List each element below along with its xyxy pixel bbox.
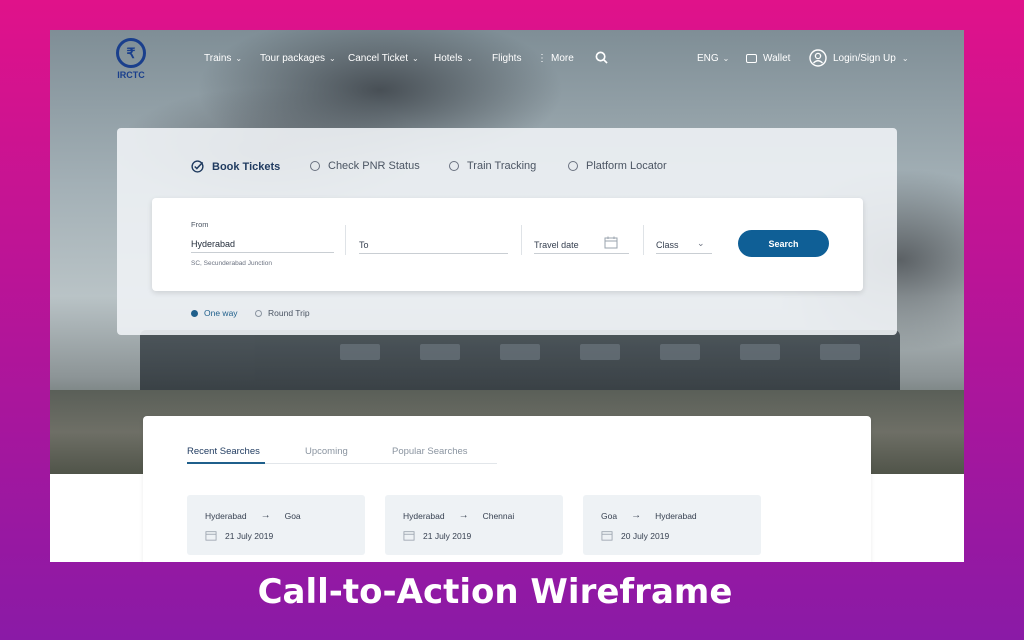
search-icon[interactable] <box>595 51 608 64</box>
nav-item-label: Tour packages <box>260 53 326 64</box>
field-divider <box>643 225 644 255</box>
chevron-down-icon: ⌄ <box>412 54 419 63</box>
search-form: From Hyderabad SC, Secunderabad Junction… <box>152 198 863 291</box>
nav-item-hotels[interactable]: Hotels ⌄ <box>434 53 473 64</box>
route-from: Hyderabad <box>403 510 445 521</box>
wallet-icon <box>746 54 757 63</box>
arrow-right-icon: → <box>260 510 271 521</box>
radio-icon <box>310 161 320 171</box>
trip-one-way[interactable]: One way <box>191 308 238 318</box>
recent-search-card[interactable]: Hyderabad → Goa 21 July 2019 <box>187 495 365 555</box>
option-label: Train Tracking <box>467 160 537 172</box>
trip-label: Round Trip <box>268 308 310 318</box>
active-tab-indicator <box>187 462 265 464</box>
trip-round-trip[interactable]: Round Trip <box>255 308 310 318</box>
option-train-tracking[interactable]: Train Tracking <box>449 160 536 172</box>
top-nav: ₹ IRCTC Trains ⌄ Tour packages ⌄ Cancel … <box>50 30 964 88</box>
wallet-label: Wallet <box>763 53 791 64</box>
option-check-pnr[interactable]: Check PNR Status <box>310 160 420 172</box>
field-divider <box>345 225 346 255</box>
recent-search-card[interactable]: Hyderabad → Chennai 21 July 2019 <box>385 495 563 555</box>
check-circle-icon <box>191 160 204 173</box>
option-platform-locator[interactable]: Platform Locator <box>568 160 667 172</box>
arrow-right-icon: → <box>458 510 469 521</box>
from-input[interactable]: Hyderabad <box>191 239 334 253</box>
nav-item-tour-packages[interactable]: Tour packages ⌄ <box>260 53 336 64</box>
to-input[interactable]: To <box>359 240 508 254</box>
calendar-icon <box>205 531 217 541</box>
wallet-link[interactable]: Wallet <box>746 53 790 64</box>
date-label: 21 July 2019 <box>423 530 472 541</box>
caption-text: Call-to-Action Wireframe <box>257 572 733 612</box>
nav-item-trains[interactable]: Trains ⌄ <box>204 53 242 64</box>
search-button[interactable]: Search <box>738 230 829 257</box>
chevron-down-icon: ⌄ <box>329 54 336 63</box>
recent-searches-panel: Recent Searches Upcoming Popular Searche… <box>143 416 871 562</box>
date-label: 21 July 2019 <box>225 530 274 541</box>
booking-panel: Book Tickets Check PNR Status Train Trac… <box>117 128 897 335</box>
option-label: Book Tickets <box>212 160 281 173</box>
route: Hyderabad → Goa <box>205 510 301 521</box>
search-date: 21 July 2019 <box>205 530 273 541</box>
radio-icon <box>449 161 459 171</box>
tab-recent-searches[interactable]: Recent Searches <box>187 446 260 457</box>
calendar-icon[interactable] <box>604 236 618 249</box>
recent-search-card[interactable]: Goa → Hyderabad 20 July 2019 <box>583 495 761 555</box>
nav-item-flights[interactable]: Flights <box>492 53 521 64</box>
route-from: Goa <box>601 510 618 521</box>
irctc-logo[interactable]: ₹ IRCTC <box>112 38 150 82</box>
language-label: ENG <box>697 53 719 64</box>
calendar-icon <box>601 531 613 541</box>
user-icon <box>809 49 827 67</box>
option-label: Check PNR Status <box>328 160 420 172</box>
login-signup-button[interactable]: Login/Sign Up ⌄ <box>809 49 909 67</box>
calendar-icon <box>403 531 415 541</box>
option-book-tickets[interactable]: Book Tickets <box>191 160 280 173</box>
radio-icon <box>255 309 262 317</box>
app-frame: ₹ IRCTC Trains ⌄ Tour packages ⌄ Cancel … <box>50 30 964 562</box>
route: Goa → Hyderabad <box>601 510 697 521</box>
route-from: Hyderabad <box>205 510 247 521</box>
chevron-down-icon: ⌄ <box>901 53 909 63</box>
from-station-hint: SC, Secunderabad Junction <box>191 260 272 267</box>
route-to: Chennai <box>482 510 515 521</box>
radio-icon <box>568 161 578 171</box>
nav-item-more[interactable]: ⋮ More <box>537 53 574 64</box>
arrow-right-icon: → <box>631 510 642 521</box>
route-to: Hyderabad <box>655 510 697 521</box>
field-divider <box>521 225 522 255</box>
logo-emblem-icon: ₹ <box>116 38 146 68</box>
option-label: Platform Locator <box>586 160 667 172</box>
route-to: Goa <box>284 510 301 521</box>
language-selector[interactable]: ENG ⌄ <box>697 53 729 64</box>
logo-text: IRCTC <box>117 70 145 80</box>
login-label: Login/Sign Up <box>833 52 896 64</box>
nav-item-label: Trains <box>204 53 232 64</box>
search-date: 21 July 2019 <box>403 530 471 541</box>
nav-item-label: Hotels <box>434 53 463 64</box>
nav-item-cancel-ticket[interactable]: Cancel Ticket ⌄ <box>348 53 419 64</box>
chevron-down-icon: ⌄ <box>697 238 705 248</box>
chevron-down-icon: ⌄ <box>722 54 730 63</box>
radio-selected-icon <box>191 309 198 317</box>
more-dots-icon: ⋮ <box>537 53 547 64</box>
chevron-down-icon: ⌄ <box>235 54 243 63</box>
search-date: 20 July 2019 <box>601 530 669 541</box>
caption-title: Call-to-Action Wireframe <box>0 572 1024 612</box>
route: Hyderabad → Chennai <box>403 510 514 521</box>
trip-label: One way <box>204 308 238 318</box>
date-label: 20 July 2019 <box>621 530 670 541</box>
nav-item-label: Cancel Ticket <box>348 53 409 64</box>
from-label: From <box>191 220 209 229</box>
nav-item-label: Flights <box>492 53 522 64</box>
chevron-down-icon: ⌄ <box>466 54 474 63</box>
tab-popular-searches[interactable]: Popular Searches <box>392 446 468 457</box>
nav-item-label: More <box>551 53 574 64</box>
tab-upcoming[interactable]: Upcoming <box>305 446 348 457</box>
